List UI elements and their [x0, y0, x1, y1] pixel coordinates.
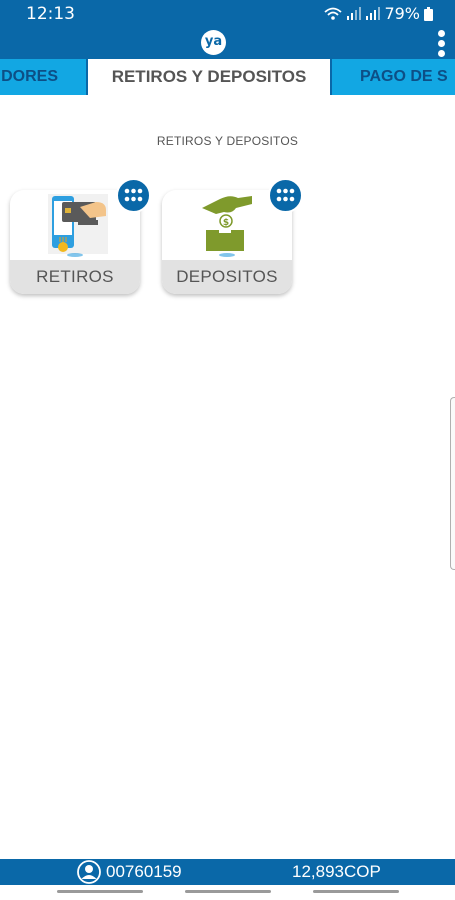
depositos-menu-icon[interactable] [268, 178, 303, 213]
tab-next[interactable]: PAGO DE S [332, 59, 455, 95]
wifi-icon [324, 7, 343, 20]
signal-icon-2 [366, 6, 381, 20]
nav-home-handle[interactable] [185, 890, 271, 893]
tab-next-label: PAGO DE S [360, 68, 448, 85]
status-bar: 12:13 79% [0, 0, 455, 28]
app-logo: ya [201, 30, 226, 55]
tab-active-label: RETIROS Y DEPOSITOS [111, 67, 307, 86]
status-icons: 79% [324, 4, 433, 23]
tab-retiros-y-depositos[interactable]: RETIROS Y DEPOSITOS [88, 59, 330, 95]
nav-back-handle[interactable] [313, 890, 399, 893]
tab-bar: DORES RETIROS Y DEPOSITOS PAGO DE S [0, 58, 455, 95]
svg-text:$: $ [223, 218, 229, 228]
account-info[interactable]: 00760159 [76, 860, 182, 884]
signal-icon [347, 6, 362, 20]
battery-percent: 79% [384, 4, 420, 23]
retiros-card[interactable]: RETIROS [10, 178, 151, 294]
app-header: ya [0, 28, 455, 58]
account-number: 00760159 [106, 862, 182, 881]
retiros-menu-icon[interactable] [116, 178, 151, 213]
user-icon [77, 860, 101, 884]
account-bar: 00760159 12,893COP [0, 859, 455, 885]
battery-icon [424, 6, 433, 21]
tab-previous[interactable]: DORES [0, 59, 86, 95]
section-title: RETIROS Y DEPOSITOS [156, 134, 299, 148]
depositos-card[interactable]: $ DEPOSITOS [162, 178, 303, 294]
more-options-icon[interactable] [435, 28, 447, 58]
system-nav-bar [0, 885, 455, 900]
retiros-card-label: RETIROS [10, 260, 140, 294]
account-balance: 12,893COP [292, 862, 381, 881]
edge-panel-handle[interactable] [450, 397, 455, 570]
status-time: 12:13 [26, 4, 75, 24]
nav-recents-handle[interactable] [57, 890, 143, 893]
tab-previous-label: DORES [1, 68, 58, 85]
depositos-card-label: DEPOSITOS [162, 260, 292, 294]
